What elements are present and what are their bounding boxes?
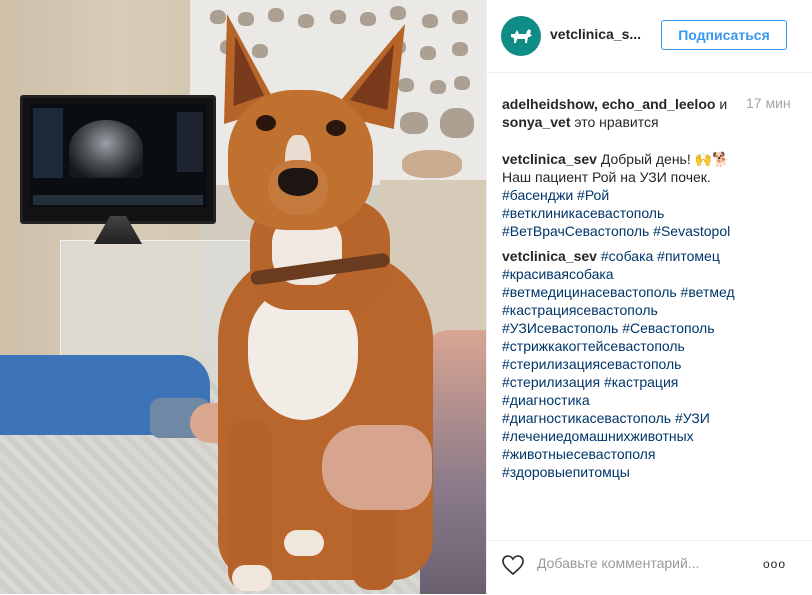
hashtag-link[interactable]: #басенджи #Рой bbox=[502, 186, 796, 204]
follow-button[interactable]: Подписаться bbox=[661, 20, 787, 50]
post-photo[interactable] bbox=[0, 0, 486, 594]
hashtag-link[interactable]: #стерилизациясевастополь bbox=[502, 355, 796, 373]
heart-icon[interactable] bbox=[501, 553, 525, 577]
hashtag-link[interactable]: #ВетВрачСевастополь #Sevastopol bbox=[502, 222, 796, 240]
liker-name[interactable]: sonya_vet bbox=[502, 114, 570, 130]
post-time[interactable]: 17 мин bbox=[746, 95, 791, 111]
post-header: vetclinica_s... Подписаться bbox=[487, 0, 812, 73]
caption-author[interactable]: vetclinica_sev bbox=[502, 151, 597, 167]
hashtag-link[interactable]: #ветмедицинасевастополь #ветмед bbox=[502, 283, 796, 301]
likes-line: adelheidshow, echo_and_leeloo и sonya_ve… bbox=[502, 96, 728, 130]
hashtag-link[interactable]: #стерилизация #кастрация bbox=[502, 373, 796, 391]
hashtag-link[interactable]: #стрижкакогтейсевастополь bbox=[502, 337, 796, 355]
dog-nose bbox=[278, 168, 318, 196]
hashtag-link[interactable]: #диагностикасевастополь #УЗИ bbox=[502, 409, 796, 427]
ultrasound-image bbox=[69, 120, 143, 178]
person-hand bbox=[322, 425, 432, 510]
comment: vetclinica_sev #собака #питомец #красива… bbox=[502, 247, 796, 481]
hashtag-link[interactable]: #кастрациясевастополь bbox=[502, 301, 796, 319]
hashtag-link[interactable]: #УЗИсевастополь #Севастополь bbox=[502, 319, 796, 337]
more-options-icon[interactable]: ooo bbox=[763, 557, 786, 571]
hashtag-link[interactable]: #собака #питомец bbox=[597, 248, 720, 264]
hashtag-link[interactable]: #животныесевастополя bbox=[502, 445, 796, 463]
hashtag-link[interactable]: #диагностика bbox=[502, 391, 796, 409]
avatar[interactable] bbox=[501, 16, 541, 56]
caption: vetclinica_sev Добрый день! 🙌🐕 Наш пацие… bbox=[502, 150, 796, 240]
caption-text: Добрый день! 🙌🐕 bbox=[596, 151, 730, 167]
post-username[interactable]: vetclinica_s... bbox=[550, 26, 641, 42]
comment-author[interactable]: vetclinica_sev bbox=[502, 248, 597, 264]
ultrasound-monitor bbox=[20, 95, 216, 224]
hashtag-link[interactable]: #здоровыепитомцы bbox=[502, 463, 796, 481]
hashtag-link[interactable]: #красиваясобака bbox=[502, 265, 796, 283]
hashtag-link[interactable]: #ветклиникасевастополь bbox=[502, 204, 796, 222]
comment-bar: Добавьте комментарий... ooo bbox=[487, 540, 812, 595]
caption-text: Наш пациент Рой на УЗИ почек. bbox=[502, 169, 711, 185]
add-comment-input[interactable]: Добавьте комментарий... bbox=[537, 555, 699, 571]
hashtag-link[interactable]: #лечениедомашнихживотных bbox=[502, 427, 796, 445]
dog-logo-icon bbox=[511, 29, 532, 43]
liker-names[interactable]: adelheidshow, echo_and_leeloo bbox=[502, 96, 715, 112]
